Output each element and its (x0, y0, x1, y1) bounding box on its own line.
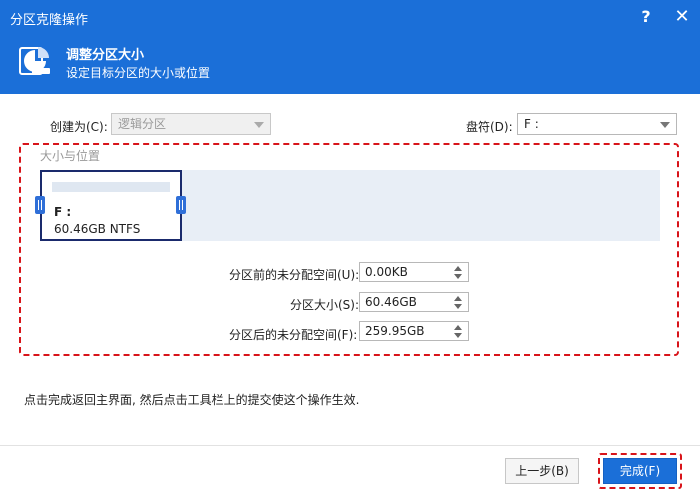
spin-up-icon[interactable] (454, 325, 462, 330)
wizard-header: 调整分区大小 设定目标分区的大小或位置 (0, 34, 700, 94)
partition-usage-bar (52, 182, 170, 192)
partition-block[interactable]: F : 60.46GB NTFS (40, 170, 182, 241)
spin-up-icon[interactable] (454, 266, 462, 271)
unallocated-after-value: 259.95GB (365, 324, 425, 338)
footer-divider (0, 445, 700, 446)
help-button[interactable]: ? (633, 5, 659, 29)
spin-down-icon[interactable] (454, 274, 462, 279)
resize-handle-left[interactable] (35, 196, 45, 214)
finish-button[interactable]: 完成(F) (603, 458, 677, 484)
resize-handle-right[interactable] (176, 196, 186, 214)
partition-info: 60.46GB NTFS (54, 222, 141, 236)
window-title: 分区克隆操作 (10, 13, 89, 28)
spin-down-icon[interactable] (454, 304, 462, 309)
size-position-group-title: 大小与位置 (40, 149, 101, 163)
unallocated-before-input[interactable]: 0.00KB (359, 262, 469, 282)
instruction-note: 点击完成返回主界面, 然后点击工具栏上的提交使这个操作生效. (24, 393, 360, 407)
spin-down-icon[interactable] (454, 333, 462, 338)
header-title: 调整分区大小 (66, 48, 145, 63)
back-button[interactable]: 上一步(B) (505, 458, 579, 484)
chevron-down-icon (254, 122, 264, 128)
partition-pie-icon (19, 47, 50, 75)
partition-size-input[interactable]: 60.46GB (359, 292, 469, 312)
create-as-label: 创建为(C): (50, 120, 108, 134)
create-as-select[interactable]: 逻辑分区 (111, 113, 271, 135)
title-bar: 分区克隆操作 ? ✕ (0, 0, 700, 34)
drive-letter-value: F : (524, 117, 539, 131)
header-subtitle: 设定目标分区的大小或位置 (66, 66, 211, 80)
partition-size-label: 分区大小(S): (290, 298, 360, 312)
drive-letter-label: 盘符(D): (466, 120, 513, 134)
spin-up-icon[interactable] (454, 296, 462, 301)
unallocated-after-input[interactable]: 259.95GB (359, 321, 469, 341)
unallocated-after-label: 分区后的未分配空间(F): (229, 328, 358, 342)
drive-letter-select[interactable]: F : (517, 113, 677, 135)
unallocated-before-value: 0.00KB (365, 265, 408, 279)
chevron-down-icon (660, 122, 670, 128)
close-button[interactable]: ✕ (669, 5, 695, 29)
create-as-value: 逻辑分区 (118, 117, 167, 131)
partition-name: F : (54, 205, 72, 219)
unallocated-before-label: 分区前的未分配空间(U): (229, 268, 360, 282)
partition-size-value: 60.46GB (365, 295, 417, 309)
